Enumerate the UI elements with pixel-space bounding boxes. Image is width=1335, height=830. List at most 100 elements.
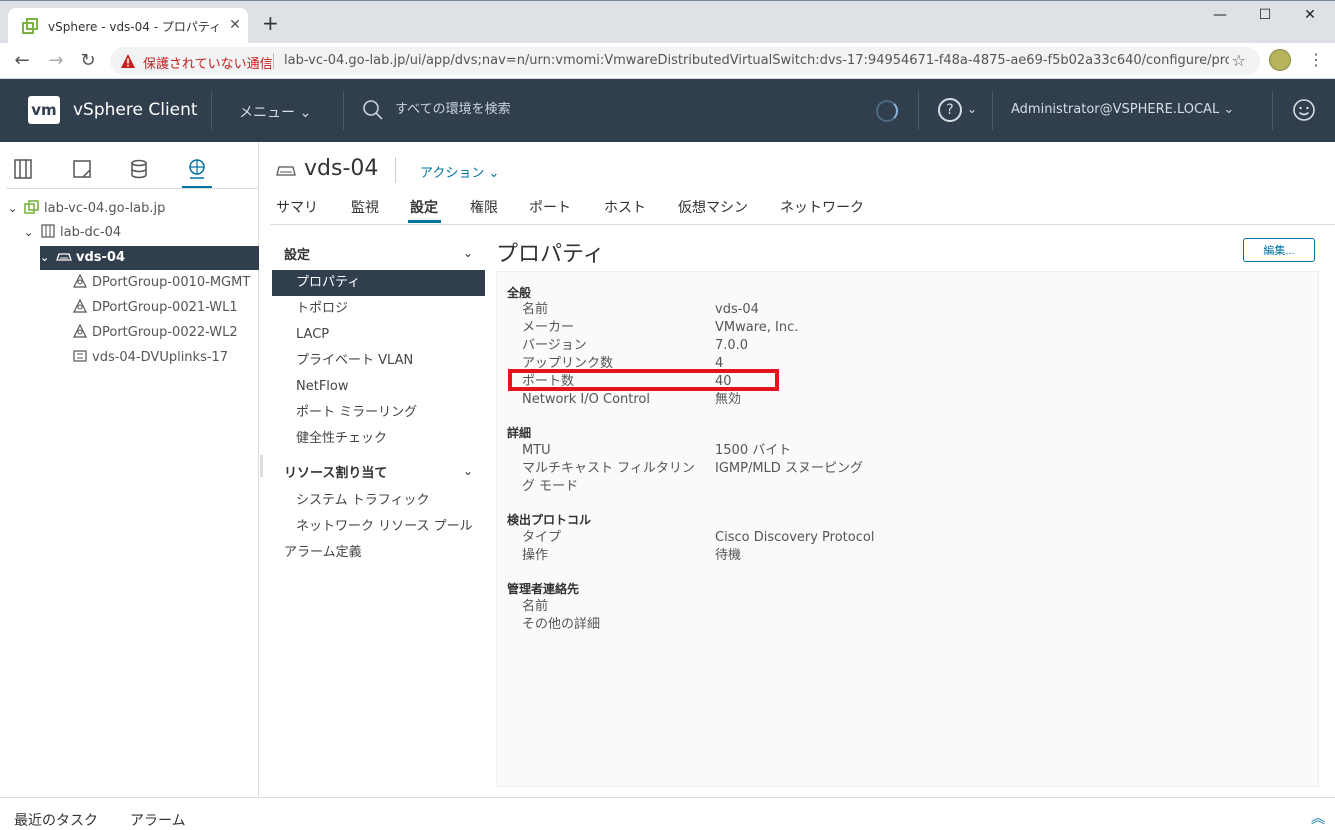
tab-title: vSphere - vds-04 - プロパティ — [48, 20, 222, 34]
datacenter-icon — [41, 224, 55, 238]
search-icon — [363, 100, 383, 120]
active-tab-indicator — [408, 220, 441, 223]
subnav-item-lacp[interactable]: LACP — [272, 322, 485, 348]
tab-monitor[interactable]: 監視 — [351, 197, 379, 217]
global-search-input[interactable] — [393, 101, 693, 118]
header-divider — [211, 91, 212, 130]
networking-icon[interactable] — [186, 158, 208, 180]
feedback-smiley-icon[interactable] — [1292, 98, 1316, 122]
main-pane: vds-04 アクション ⌄ サマリ 監視 設定 権限 ポート ホスト 仮想マシ… — [260, 142, 1335, 797]
storage-icon[interactable] — [128, 158, 150, 180]
chevron-down-icon[interactable]: ⌄ — [40, 246, 56, 270]
actions-dropdown[interactable]: アクション ⌄ — [420, 162, 499, 181]
browser-tab[interactable]: vSphere - vds-04 - プロパティ ✕ — [8, 8, 248, 44]
help-chevron-icon[interactable]: ⌄ — [967, 102, 977, 116]
tab-summary[interactable]: サマリ — [276, 197, 318, 217]
vms-templates-icon[interactable] — [71, 158, 93, 180]
tree-item-portgroup[interactable]: DPortGroup-0021-WL1 — [72, 296, 238, 320]
section-discovery-title: 検出プロトコル — [507, 513, 592, 527]
forward-button[interactable]: → — [46, 51, 66, 71]
subnav-item-port-mirroring[interactable]: ポート ミラーリング — [272, 400, 485, 426]
tab-permissions[interactable]: 権限 — [470, 197, 498, 217]
properties-content: プロパティ 編集... 全般 名前 vds-04 メーカー VMware, In… — [496, 236, 1319, 796]
tree-item-label: DPortGroup-0010-MGMT — [92, 275, 251, 290]
switch-icon — [56, 253, 72, 261]
prop-label-mtu: MTU — [522, 443, 551, 458]
subnav-item-health-check[interactable]: 健全性チェック — [272, 426, 485, 452]
browser-tab-bar: vSphere - vds-04 - プロパティ ✕ + — ☐ ✕ — [0, 0, 1335, 44]
prop-value-mtu: 1500 バイト — [715, 443, 792, 458]
tree-item-uplinks[interactable]: vds-04-DVUplinks-17 — [72, 346, 228, 370]
recent-tasks-tab[interactable]: 最近のタスク — [14, 810, 98, 830]
subnav-item-private-vlan[interactable]: プライベート VLAN — [272, 348, 485, 374]
subnav-item-alarm-definitions[interactable]: アラーム定義 — [272, 540, 485, 566]
chevron-down-icon[interactable]: ⌄ — [24, 221, 40, 245]
tab-vms[interactable]: 仮想マシン — [678, 197, 748, 217]
tree-item-label: DPortGroup-0021-WL1 — [92, 300, 238, 315]
subnav-item-netflow[interactable]: NetFlow — [272, 374, 485, 400]
uplink-icon — [73, 350, 87, 362]
section-general-title: 全般 — [507, 286, 532, 300]
tree-item-vcenter[interactable]: ⌄ lab-vc-04.go-lab.jp — [8, 197, 165, 221]
user-menu[interactable]: Administrator@VSPHERE.LOCAL ⌄ — [1011, 102, 1234, 117]
security-label[interactable]: 保護されていない通信 — [143, 53, 273, 72]
tab-networks[interactable]: ネットワーク — [780, 197, 864, 217]
section-admin-title: 管理者連絡先 — [507, 582, 580, 596]
switch-icon — [276, 166, 296, 176]
loading-spinner-icon — [876, 100, 898, 122]
prop-label-discovery-type: タイプ — [522, 530, 562, 545]
minimize-button[interactable]: — — [1205, 7, 1235, 23]
subnav-group-label: リソース割り当て — [284, 466, 388, 481]
portgroup-icon — [73, 299, 87, 313]
prop-label-operation: 操作 — [522, 548, 549, 563]
close-window-button[interactable]: ✕ — [1295, 7, 1325, 23]
title-divider — [395, 157, 396, 183]
back-button[interactable]: ← — [12, 51, 32, 71]
header-divider — [1272, 91, 1273, 130]
expand-panel-icon[interactable]: ︽ — [1311, 808, 1325, 828]
portgroup-icon — [73, 324, 87, 338]
menu-dropdown[interactable]: メニュー ⌄ — [239, 102, 311, 122]
vsphere-header: vm vSphere Client メニュー ⌄ ? ⌄ Administrat… — [0, 79, 1335, 142]
subnav-group-resource-allocation[interactable]: リソース割り当て ⌄ — [272, 462, 485, 481]
header-divider — [343, 91, 344, 130]
tree-item-portgroup[interactable]: DPortGroup-0010-MGMT — [72, 271, 250, 295]
prop-label-multicast: マルチキャスト フィルタリング モード — [522, 461, 695, 494]
subnav-item-network-resource-pools[interactable]: ネットワーク リソース プール — [272, 514, 485, 540]
maximize-button[interactable]: ☐ — [1250, 7, 1280, 23]
prop-value-nioc: 無効 — [715, 392, 742, 407]
chevron-down-icon[interactable]: ⌄ — [463, 246, 473, 260]
tab-hosts[interactable]: ホスト — [604, 197, 646, 217]
pane-splitter[interactable] — [260, 455, 263, 477]
alarms-tab[interactable]: アラーム — [130, 810, 186, 830]
section-advanced-title: 詳細 — [507, 426, 532, 440]
subnav-item-properties[interactable]: プロパティ — [272, 270, 485, 296]
tab-close-icon[interactable]: ✕ — [226, 16, 244, 34]
subnav-group-settings[interactable]: 設定 ⌄ — [272, 244, 485, 263]
chevron-down-icon[interactable]: ⌄ — [463, 464, 473, 478]
chevron-down-icon[interactable]: ⌄ — [8, 197, 24, 221]
prop-value-multicast: IGMP/MLD スヌーピング — [715, 461, 863, 476]
browser-menu-icon[interactable]: ⋮ — [1308, 50, 1324, 69]
prop-value-discovery-type: Cisco Discovery Protocol — [715, 530, 875, 545]
hosts-clusters-icon[interactable] — [12, 158, 34, 180]
tab-ports[interactable]: ポート — [529, 197, 571, 217]
subnav-item-topology[interactable]: トポロジ — [272, 296, 485, 322]
tree-item-datacenter[interactable]: ⌄ lab-dc-04 — [24, 221, 121, 245]
version-highlight-box — [508, 369, 779, 391]
new-tab-button[interactable]: + — [262, 13, 279, 33]
inventory-navigator: ⌄ lab-vc-04.go-lab.jp ⌄ lab-dc-04 ⌄ vds-04 … — [0, 142, 259, 797]
profile-avatar[interactable] — [1269, 49, 1291, 71]
edit-button[interactable]: 編集... — [1243, 238, 1315, 262]
url-text[interactable]: lab-vc-04.go-lab.jp/ui/app/dvs;nav=n/urn… — [284, 53, 1229, 68]
tab-configure[interactable]: 設定 — [410, 197, 438, 217]
warning-icon — [121, 54, 135, 68]
tree-item-vds[interactable]: ⌄ vds-04 — [40, 246, 259, 270]
help-icon[interactable]: ? — [938, 98, 962, 122]
tree-item-portgroup[interactable]: DPortGroup-0022-WL2 — [72, 321, 238, 345]
bookmark-star-icon[interactable]: ☆ — [1232, 51, 1246, 70]
subnav-group-label: 設定 — [284, 248, 311, 263]
omnibox[interactable]: 保護されていない通信 lab-vc-04.go-lab.jp/ui/app/dv… — [110, 47, 1260, 75]
reload-button[interactable]: ↻ — [78, 51, 98, 71]
subnav-item-system-traffic[interactable]: システム トラフィック — [272, 488, 485, 514]
